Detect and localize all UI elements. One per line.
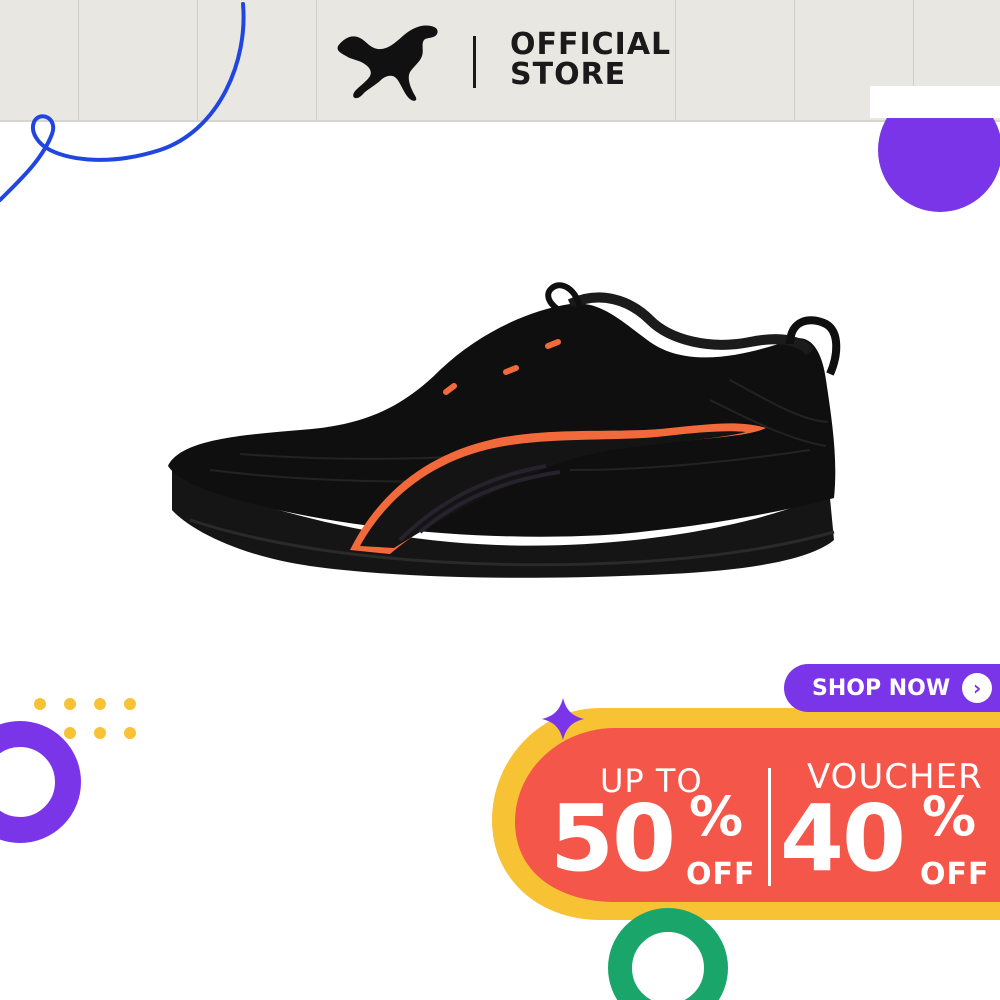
shoe-product-image[interactable] — [150, 270, 850, 630]
header-separator — [473, 36, 476, 88]
discount-off-label: OFF — [686, 857, 756, 892]
voucher-percent-sign: % — [922, 785, 977, 848]
voucher-value: 40 — [780, 785, 906, 892]
header-grid-line — [675, 0, 676, 120]
store-line-2: STORE — [510, 57, 627, 92]
sparkle-decoration — [542, 698, 584, 740]
official-store-label: OFFICIAL STORE — [510, 30, 671, 90]
store-header: OFFICIAL STORE — [0, 0, 1000, 122]
voucher-off-label: OFF — [920, 857, 990, 892]
header-grid-line — [316, 0, 317, 120]
banner-divider — [768, 768, 771, 886]
puma-cat-logo-icon[interactable] — [330, 18, 445, 103]
shop-now-button[interactable]: SHOP NOW › — [784, 664, 1000, 712]
header-grid-line — [197, 0, 198, 120]
header-grid-line — [794, 0, 795, 120]
discount-percent-sign: % — [689, 785, 744, 848]
chevron-right-icon: › — [962, 673, 993, 703]
discount-value: 50 — [550, 785, 676, 892]
header-grid-line — [913, 0, 914, 120]
shoe-upper — [168, 303, 836, 537]
yellow-dots-decoration — [34, 698, 136, 739]
store-line-1: OFFICIAL — [510, 27, 672, 62]
shop-now-label: SHOP NOW — [812, 675, 951, 701]
purple-ring-decoration — [0, 721, 81, 843]
green-ring-decoration — [608, 908, 728, 1000]
header-grid-line — [78, 0, 79, 120]
